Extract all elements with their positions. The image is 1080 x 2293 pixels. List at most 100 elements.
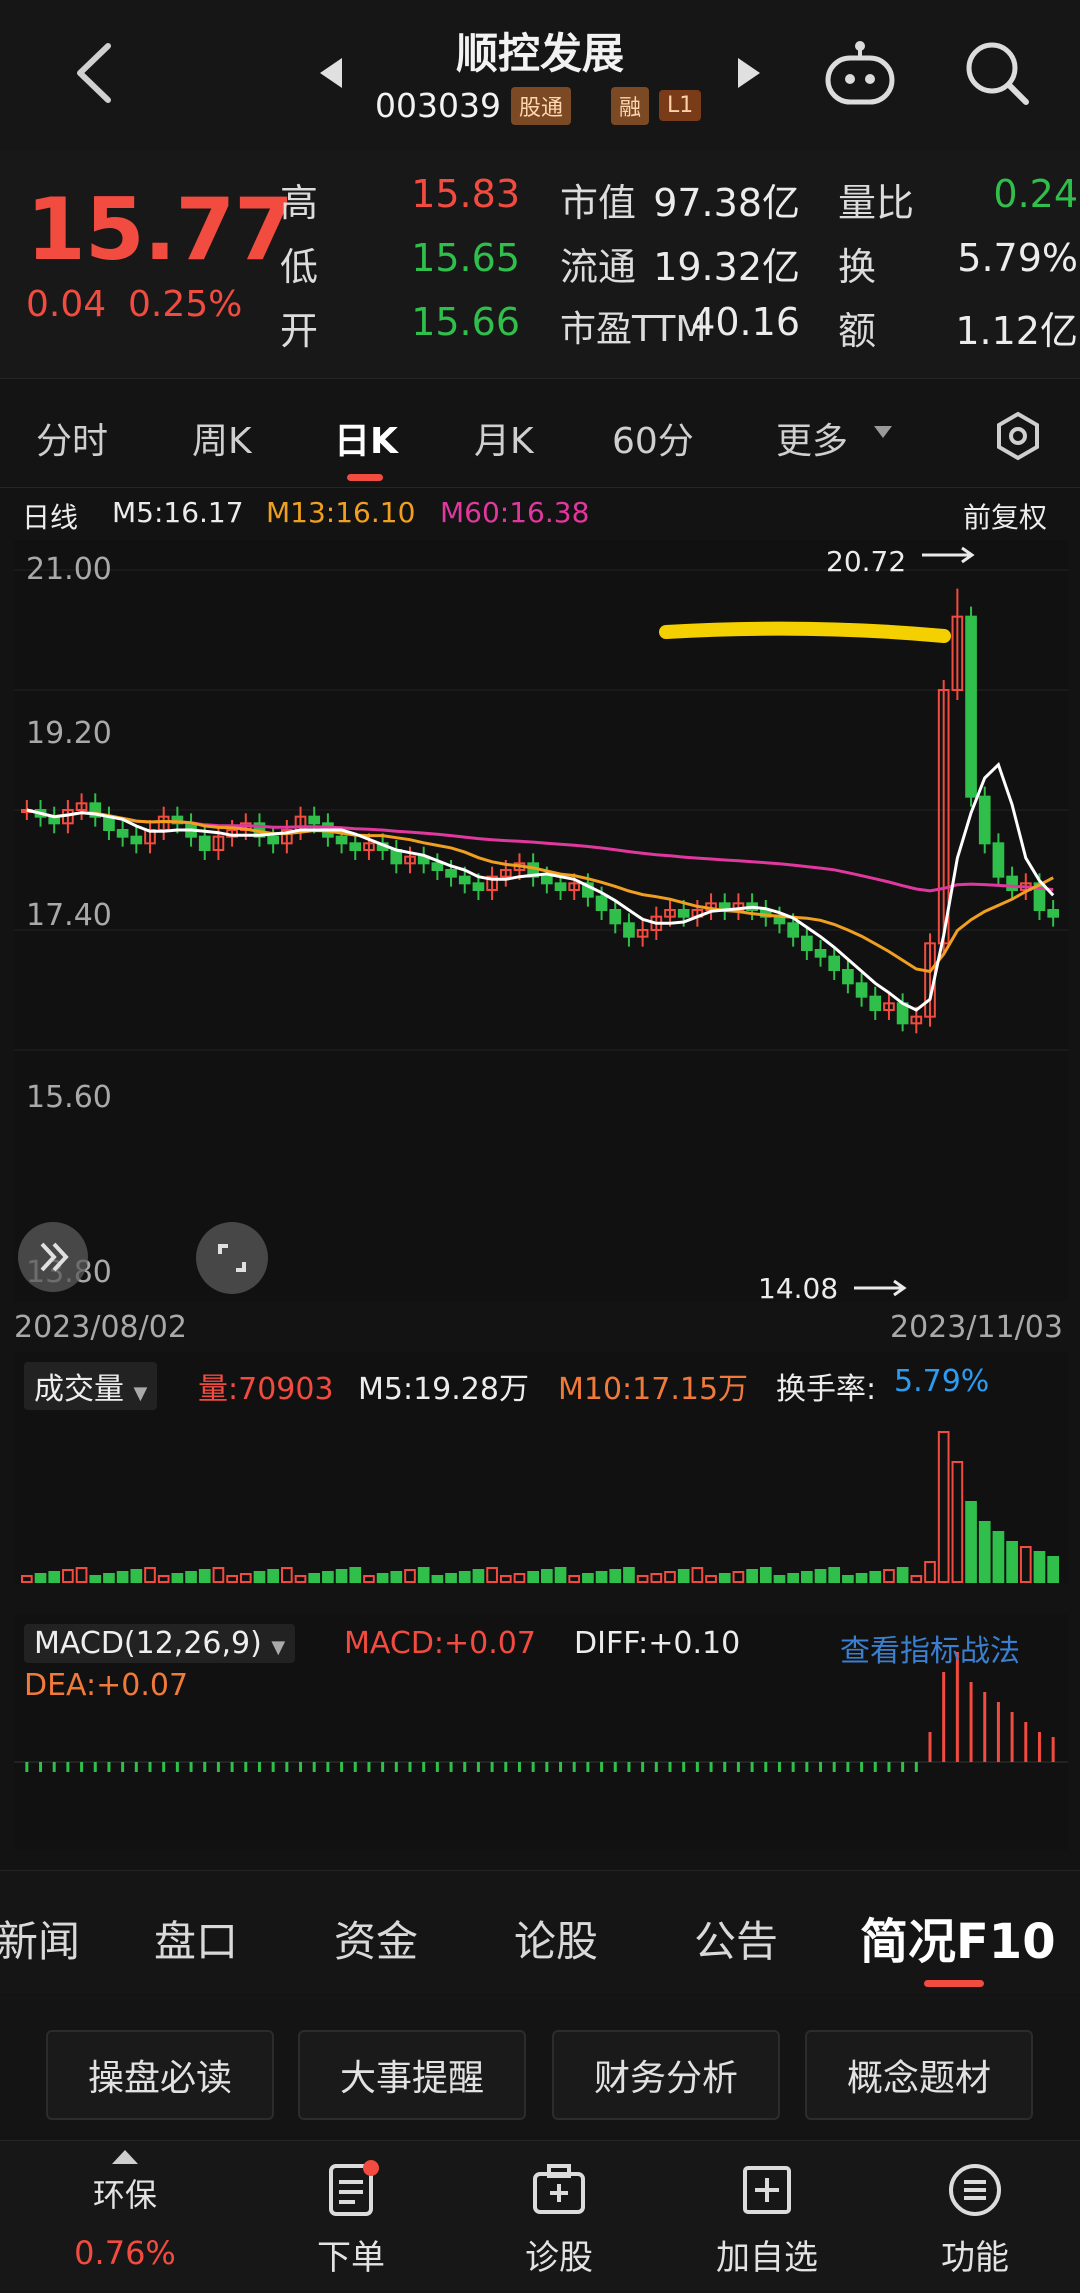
pe-value: 40.16 <box>691 300 800 344</box>
volume-bar <box>226 1575 238 1583</box>
volume-bar <box>363 1575 375 1583</box>
volume-bar <box>609 1569 622 1583</box>
add-watchlist-button[interactable]: 加自选 <box>692 2160 842 2279</box>
kline-pane[interactable] <box>14 540 1068 1302</box>
volume-bar <box>335 1569 348 1583</box>
volume-bar <box>417 1567 430 1583</box>
kline-candle <box>335 835 348 845</box>
tab-more[interactable]: 更多 <box>776 412 848 464</box>
macd-selector[interactable]: MACD(12,26,9) ▼ <box>24 1624 296 1663</box>
volume-bar <box>253 1571 266 1583</box>
menu-circle-icon <box>949 2164 1001 2216</box>
volume-m10: M10:17.15万 <box>558 1372 749 1407</box>
fullscreen-icon[interactable] <box>196 1222 268 1294</box>
sector-change: 0.76% <box>74 2234 176 2272</box>
financials-button[interactable]: 财务分析 <box>552 2030 780 2120</box>
tab-orderbook[interactable]: 盘口 <box>154 1908 238 1969</box>
ma13-legend: M13:16.10 <box>266 496 416 529</box>
tab-monthly-k[interactable]: 月K <box>474 412 534 464</box>
volume-value: 量:70903 <box>198 1372 334 1407</box>
volume-bar <box>349 1567 362 1583</box>
robot-icon[interactable] <box>822 38 898 112</box>
active-tab-indicator <box>347 474 383 481</box>
tab-discussion[interactable]: 论股 <box>514 1908 598 1969</box>
volume-bar <box>62 1569 74 1583</box>
kline-candle <box>814 949 827 958</box>
indicator-strategy-link[interactable]: 查看指标战法 <box>840 1626 1020 1670</box>
volume-bar <box>842 1575 854 1583</box>
kline-candle <box>609 909 622 925</box>
kline-candle <box>595 895 608 911</box>
trading-guide-button[interactable]: 操盘必读 <box>46 2030 274 2120</box>
tab-weekly-k[interactable]: 周K <box>192 412 252 464</box>
highlight-stroke <box>659 621 951 643</box>
volume-bar <box>623 1567 635 1583</box>
tab-news[interactable]: 新闻 <box>0 1908 80 1969</box>
volume-bar <box>1033 1551 1046 1583</box>
concepts-button[interactable]: 概念题材 <box>805 2030 1033 2120</box>
tab-intraday[interactable]: 分时 <box>36 412 108 464</box>
events-button[interactable]: 大事提醒 <box>298 2030 526 2120</box>
adjust-mode[interactable]: 前复权 <box>963 496 1047 536</box>
kline-chart <box>14 569 1068 1051</box>
sector-shortcut[interactable]: 环保 0.76% <box>50 2148 200 2272</box>
volume-bar <box>390 1571 403 1583</box>
arrow-right-icon <box>920 545 976 569</box>
volume-bar <box>212 1567 225 1583</box>
turnover-value: 5.79% <box>957 236 1078 280</box>
search-icon[interactable] <box>962 38 1032 112</box>
volume-bar <box>664 1571 676 1583</box>
volume-bar <box>89 1575 102 1583</box>
kline-candle <box>855 982 868 998</box>
volume-selector[interactable]: 成交量 ▼ <box>24 1362 158 1410</box>
kline-candle <box>458 875 471 885</box>
tab-60min[interactable]: 60分 <box>612 412 694 464</box>
tab-f10[interactable]: 简况F10 <box>860 1902 1056 1972</box>
volume-bar <box>431 1575 444 1583</box>
volume-bar <box>705 1575 717 1583</box>
volume-bar <box>636 1575 649 1583</box>
diagnose-button[interactable]: 诊股 <box>484 2160 634 2279</box>
order-label: 下单 <box>317 2238 385 2278</box>
low-value: 15.65 <box>411 236 520 280</box>
amount-label: 额 <box>838 309 877 353</box>
volume-bar <box>554 1567 567 1583</box>
volume-bar <box>308 1573 321 1583</box>
volume-bar <box>814 1569 827 1583</box>
settings-icon[interactable] <box>993 411 1043 465</box>
kline-candle <box>787 922 800 938</box>
tab-daily-k[interactable]: 日K <box>334 412 398 464</box>
document-icon <box>329 2160 379 2216</box>
volume-bar <box>499 1575 512 1583</box>
volume-bar <box>650 1573 663 1583</box>
ma60-legend: M60:16.38 <box>440 496 590 529</box>
expand-icon[interactable] <box>18 1222 88 1292</box>
order-button[interactable]: 下单 <box>276 2160 426 2279</box>
kline-candle <box>869 995 882 1011</box>
last-price: 15.77 <box>26 180 294 280</box>
y-tick: 17.40 <box>26 898 112 933</box>
diff-value: DIFF:+0.10 <box>574 1626 741 1661</box>
volume-bar <box>595 1571 608 1583</box>
kline-candle <box>978 795 991 845</box>
mcap-value: 97.38亿 <box>653 181 800 225</box>
next-stock-icon[interactable] <box>734 56 762 94</box>
float-value: 19.32亿 <box>653 245 800 289</box>
open-value: 15.66 <box>411 300 520 344</box>
volume-bar <box>541 1569 553 1583</box>
high-value: 15.83 <box>411 172 520 216</box>
volume-bar <box>281 1567 293 1583</box>
kline-candle <box>349 842 362 852</box>
kline-candle <box>965 615 977 798</box>
volume-bar <box>185 1571 197 1583</box>
float-label: 流通 <box>560 245 637 289</box>
volume-bar <box>404 1569 416 1583</box>
stock-code: 003039 <box>375 86 501 125</box>
volume-bar <box>801 1571 813 1583</box>
margin-badge: 融 <box>611 86 650 125</box>
tab-announcements[interactable]: 公告 <box>694 1908 778 1969</box>
tab-capital[interactable]: 资金 <box>334 1908 418 1969</box>
functions-button[interactable]: 功能 <box>900 2160 1050 2279</box>
price-change-pct: 0.25% <box>128 284 243 325</box>
kline-candle <box>445 869 457 878</box>
